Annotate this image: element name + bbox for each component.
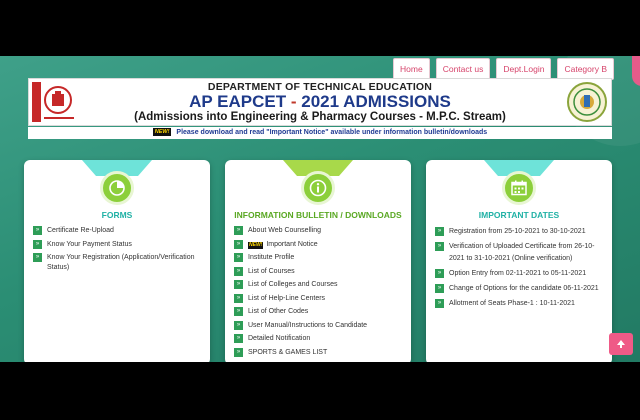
nav-category-b[interactable]: Category B xyxy=(557,58,614,80)
list-item[interactable]: » Certificate Re-Upload xyxy=(33,226,202,236)
government-emblem xyxy=(567,82,607,122)
title-dash: - xyxy=(290,92,297,111)
list-item: » Option Entry from 02-11-2021 to 05-11-2… xyxy=(435,268,604,280)
chevron-right-icon: » xyxy=(234,280,243,289)
bulletin-card: INFORMATION BULLETIN / DOWNLOADS » About … xyxy=(225,160,411,362)
dates-card: IMPORTANT DATES » Registration from 25-10… xyxy=(426,160,612,362)
new-badge: NEW! xyxy=(248,241,264,249)
list-item[interactable]: » SPORTS & GAMES LIST xyxy=(234,347,403,358)
nav-contact-us[interactable]: Contact us xyxy=(435,58,491,80)
list-item[interactable]: » Detailed Notification xyxy=(234,334,403,344)
chevron-right-icon: » xyxy=(234,347,243,357)
chevron-right-icon: » xyxy=(435,299,444,308)
list-item[interactable]: » About Web Counselling xyxy=(234,226,403,236)
chevron-right-icon: » xyxy=(435,227,444,236)
list-item[interactable]: » List of Colleges and Courses xyxy=(234,280,403,290)
forms-title: FORMS xyxy=(101,210,133,220)
scroll-to-top-button[interactable] xyxy=(609,333,633,355)
chevron-right-icon: » xyxy=(33,226,42,235)
site-header: DEPARTMENT OF TECHNICAL EDUCATION AP EAP… xyxy=(28,78,612,126)
list-item[interactable]: » List of Courses xyxy=(234,266,403,277)
notice-text: Please download and read "Important Noti… xyxy=(176,129,488,136)
list-item[interactable]: » Know Your Payment Status xyxy=(33,239,202,250)
chevron-right-icon: » xyxy=(234,334,243,343)
forms-card: FORMS » Certificate Re-Upload » Know Your … xyxy=(24,160,210,362)
bulletin-title: INFORMATION BULLETIN / DOWNLOADS xyxy=(234,210,402,220)
bulletin-list: » About Web Counselling » NEW! Important No… xyxy=(234,226,403,361)
page-title: AP EAPCET - 2021 ADMISSIONS xyxy=(29,92,611,112)
chevron-right-icon: » xyxy=(234,320,243,330)
list-item[interactable]: » List of Help-Line Centers xyxy=(234,293,403,304)
chevron-right-icon: » xyxy=(435,269,444,278)
decorative-corner xyxy=(632,56,640,86)
list-item: » Registration from 25-10-2021 to 30-10-2… xyxy=(435,226,604,238)
forms-list: » Certificate Re-Upload » Know Your Paymen… xyxy=(33,226,202,276)
chevron-right-icon: » xyxy=(33,253,42,262)
chevron-right-icon: » xyxy=(33,239,42,249)
dates-title: IMPORTANT DATES xyxy=(478,210,560,220)
page-body: Home Contact us Dept.Login Category B DE… xyxy=(0,56,640,362)
page-subtitle: (Admissions into Engineering & Pharmacy … xyxy=(134,111,506,123)
chevron-right-icon: » xyxy=(234,239,243,249)
list-item: » Allotment of Seats Phase-1 : 10-11-2021 xyxy=(435,298,604,310)
list-item[interactable]: » Institute Profile xyxy=(234,253,403,263)
nav-home[interactable]: Home xyxy=(393,58,430,80)
chevron-right-icon: » xyxy=(234,293,243,303)
chevron-right-icon: » xyxy=(234,307,243,316)
chevron-right-icon: » xyxy=(234,266,243,276)
list-item: » Verification of Uploaded Certificate fr… xyxy=(435,241,604,265)
list-item[interactable]: » List of Other Codes xyxy=(234,307,403,317)
title-part-2: 2021 ADMISSIONS xyxy=(301,92,451,111)
dates-list: » Registration from 25-10-2021 to 30-10-2… xyxy=(435,226,604,313)
list-item[interactable]: » Know Your Registration (Application/Ver… xyxy=(33,253,202,272)
list-item[interactable]: » NEW! Important Notice xyxy=(234,239,403,250)
chevron-right-icon: » xyxy=(234,253,243,262)
top-navigation: Home Contact us Dept.Login Category B xyxy=(393,58,614,80)
list-item: » Change of Options for the candidate 06-… xyxy=(435,283,604,295)
pie-chart-icon xyxy=(100,171,134,205)
chevron-right-icon: » xyxy=(435,284,444,293)
calendar-icon xyxy=(502,171,536,205)
arrow-up-icon xyxy=(617,340,625,349)
info-icon xyxy=(301,171,335,205)
title-part-1: AP EAPCET xyxy=(189,92,287,111)
chevron-right-icon: » xyxy=(435,242,444,251)
chevron-right-icon: » xyxy=(234,226,243,235)
nav-dept-login[interactable]: Dept.Login xyxy=(496,58,552,80)
list-item[interactable]: » User Manual/Instructions to Candidate xyxy=(234,320,403,331)
new-badge: NEW! xyxy=(152,128,172,137)
notice-bar[interactable]: NEW! Please download and read "Important… xyxy=(28,127,612,139)
